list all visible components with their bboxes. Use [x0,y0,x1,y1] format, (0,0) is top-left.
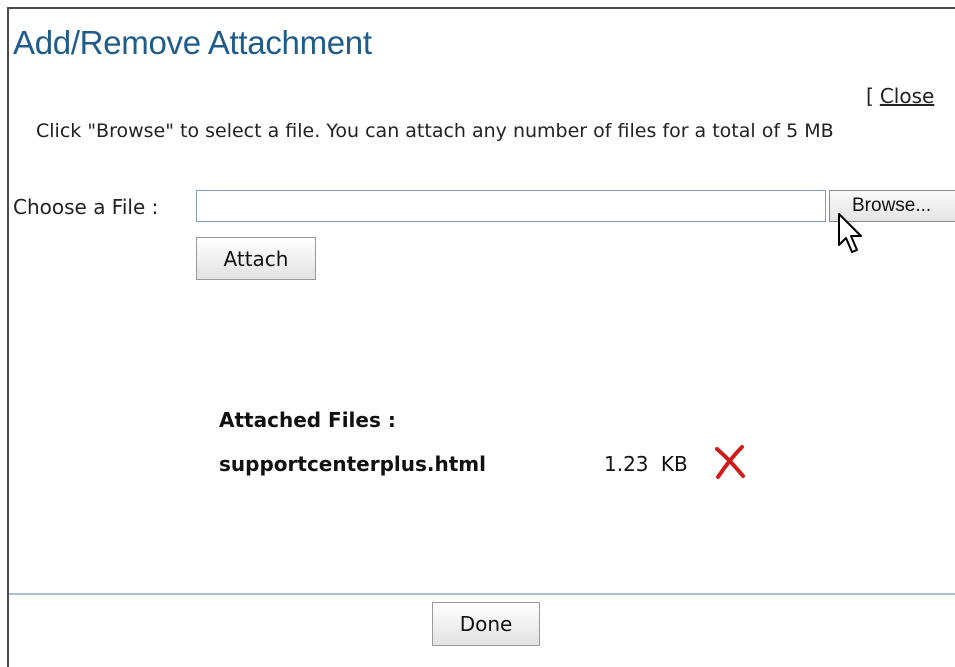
mouse-pointer-icon [838,213,862,253]
footer-divider [9,593,955,595]
attached-file-name: supportcenterplus.html [219,452,486,476]
attached-files-heading: Attached Files : [219,408,396,432]
choose-file-label: Choose a File : [13,195,159,219]
file-path-input[interactable] [196,190,826,222]
close-link[interactable]: Close [880,84,934,108]
dialog-title: Add/Remove Attachment [13,24,372,61]
remove-attachment-icon[interactable] [713,444,747,480]
done-button[interactable]: Done [432,602,540,646]
instruction-text: Click "Browse" to select a file. You can… [36,120,834,142]
attach-button[interactable]: Attach [196,237,316,280]
close-control: [Close [866,84,934,108]
attached-file-size: 1.23 KB [604,452,688,476]
attached-file-row: supportcenterplus.html 1.23 KB [219,444,759,480]
close-bracket: [ [866,84,874,108]
dialog-frame [7,7,955,667]
